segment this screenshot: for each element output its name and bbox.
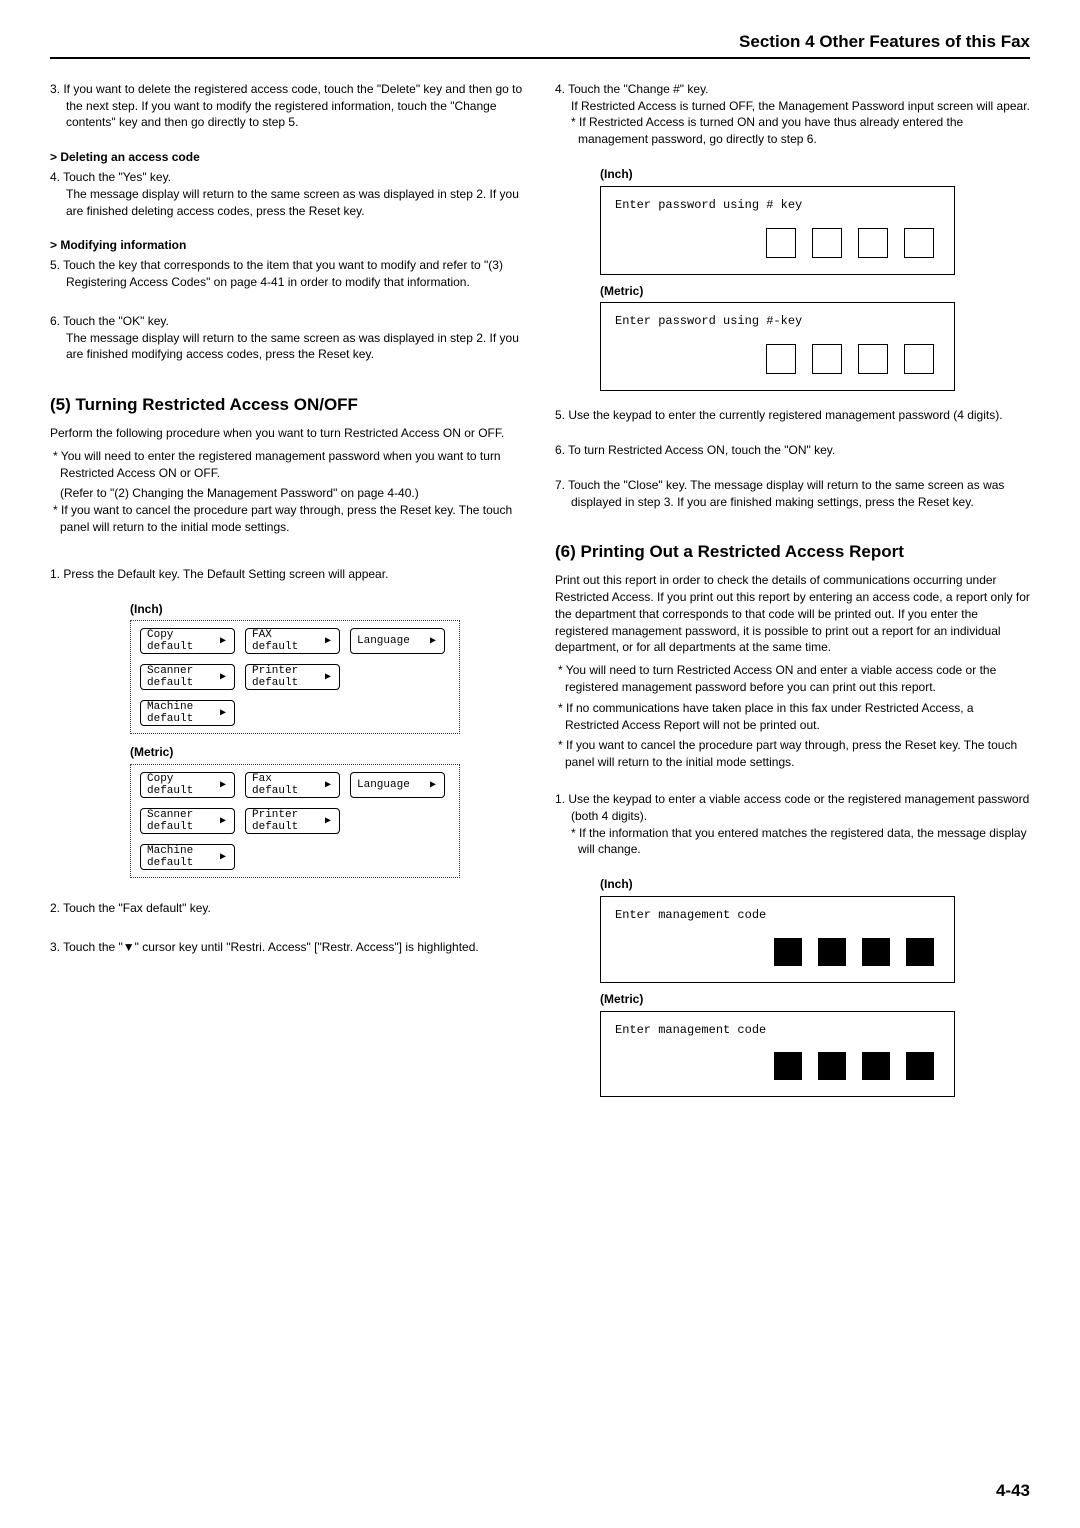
mgmt-digit-filled [906,938,934,966]
arrow-icon: ▶ [220,708,226,719]
printer-default-button[interactable]: Printer default▶ [245,664,340,690]
password-digit-box[interactable] [904,344,934,374]
s5-step-3: 3. Touch the "▼" cursor key until "Restr… [50,939,525,956]
arrow-icon: ▶ [220,636,226,647]
section-5-intro: Perform the following procedure when you… [50,425,525,442]
s6-step-1: 1. Use the keypad to enter a viable acce… [555,791,1030,825]
section-6-note-c: * If you want to cancel the procedure pa… [555,737,1030,771]
modify-heading: > Modifying information [50,237,525,254]
scanner-default-button[interactable]: Scanner default▶ [140,664,235,690]
r-step-4: 4. Touch the "Change #" key. [555,81,1030,98]
arrow-icon: ▶ [325,780,331,791]
mgmt-digit-filled [862,938,890,966]
arrow-icon: ▶ [220,816,226,827]
section-6-note-b: * If no communications have taken place … [555,700,1030,734]
mgmt-digit-filled [774,938,802,966]
mgmt-prompt-inch: Enter management code [615,907,940,924]
mgmt-digit-filled [774,1052,802,1080]
arrow-icon: ▶ [430,636,436,647]
section-5-title: (5) Turning Restricted Access ON/OFF [50,393,525,417]
arrow-icon: ▶ [325,816,331,827]
mgmt-digit-filled [906,1052,934,1080]
section-5-note-a-sub: (Refer to "(2) Changing the Management P… [50,485,525,502]
mgmt-metric-label: (Metric) [600,991,1030,1008]
machine-default-button[interactable]: Machine default▶ [140,700,235,726]
s5-step-1: 1. Press the Default key. The Default Se… [50,566,525,583]
arrow-icon: ▶ [220,672,226,683]
left-column: 3. If you want to delete the registered … [50,81,525,1098]
step-4-sub: The message display will return to the s… [50,186,525,220]
panel-r-inch-label: (Inch) [600,166,1030,183]
password-panel-inch: Enter password using # key [600,186,955,275]
language-button[interactable]: Language▶ [350,772,445,798]
section-6-intro: Print out this report in order to check … [555,572,1030,656]
arrow-icon: ▶ [220,852,226,863]
printer-default-button[interactable]: Printer default▶ [245,808,340,834]
password-panel-metric: Enter password using #-key [600,302,955,391]
arrow-icon: ▶ [325,672,331,683]
machine-default-button[interactable]: Machine default▶ [140,844,235,870]
section-5-note-a: * You will need to enter the registered … [50,448,525,482]
section-5-note-b: * If you want to cancel the procedure pa… [50,502,525,536]
password-prompt-inch: Enter password using # key [615,197,940,214]
step-3: 3. If you want to delete the registered … [50,81,525,131]
mgmt-digit-filled [862,1052,890,1080]
r-step-4b: * If Restricted Access is turned ON and … [555,114,1030,148]
password-digit-box[interactable] [766,344,796,374]
arrow-icon: ▶ [220,780,226,791]
copy-default-button[interactable]: Copy default▶ [140,772,235,798]
fax-default-button[interactable]: Fax default▶ [245,772,340,798]
mgmt-digit-filled [818,1052,846,1080]
password-digit-box[interactable] [858,228,888,258]
step-6: 6. Touch the "OK" key. [50,313,525,330]
delete-heading: > Deleting an access code [50,149,525,166]
mgmt-prompt-metric: Enter management code [615,1022,940,1039]
section-6-note-a: * You will need to turn Restricted Acces… [555,662,1030,696]
fax-default-button[interactable]: FAX default▶ [245,628,340,654]
s6-step-1-sub: * If the information that you entered ma… [555,825,1030,859]
panel-inch-label: (Inch) [130,601,525,618]
mgmt-inch-label: (Inch) [600,876,1030,893]
section-header: Section 4 Other Features of this Fax [50,30,1030,59]
arrow-icon: ▶ [325,636,331,647]
mgmt-panel-inch: Enter management code [600,896,955,983]
password-digit-box[interactable] [858,344,888,374]
language-button[interactable]: Language▶ [350,628,445,654]
r-step-4a: If Restricted Access is turned OFF, the … [555,98,1030,115]
panel-r-metric-label: (Metric) [600,283,1030,300]
password-prompt-metric: Enter password using #-key [615,313,940,330]
r-step-7: 7. Touch the "Close" key. The message di… [555,477,1030,511]
r-step-5: 5. Use the keypad to enter the currently… [555,407,1030,424]
password-digit-box[interactable] [904,228,934,258]
scanner-default-button[interactable]: Scanner default▶ [140,808,235,834]
password-digit-box[interactable] [812,228,842,258]
right-column: 4. Touch the "Change #" key. If Restrict… [555,81,1030,1098]
mgmt-digit-filled [818,938,846,966]
copy-default-button[interactable]: Copy default▶ [140,628,235,654]
password-digit-box[interactable] [766,228,796,258]
section-6-title: (6) Printing Out a Restricted Access Rep… [555,540,1030,564]
mgmt-panel-metric: Enter management code [600,1011,955,1098]
step-4: 4. Touch the "Yes" key. [50,169,525,186]
password-digit-box[interactable] [812,344,842,374]
arrow-icon: ▶ [430,780,436,791]
r-step-6: 6. To turn Restricted Access ON, touch t… [555,442,1030,459]
default-screen-inch: Copy default▶ FAX default▶ Language▶ Sca… [130,620,460,734]
page-number: 4-43 [996,1479,1030,1503]
step-5: 5. Touch the key that corresponds to the… [50,257,525,291]
s5-step-2: 2. Touch the "Fax default" key. [50,900,525,917]
panel-metric-label: (Metric) [130,744,525,761]
step-6-sub: The message display will return to the s… [50,330,525,364]
default-screen-metric: Copy default▶ Fax default▶ Language▶ Sca… [130,764,460,878]
